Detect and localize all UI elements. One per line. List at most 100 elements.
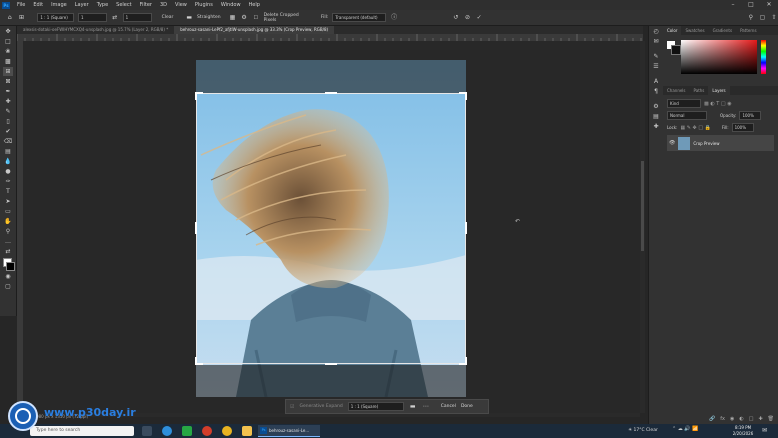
shape-tool-icon[interactable]: ▭ bbox=[3, 207, 13, 216]
plugins-panel-icon[interactable]: ✚ bbox=[651, 122, 661, 131]
history-brush-icon[interactable]: ✔ bbox=[3, 127, 13, 136]
minimize-icon[interactable]: – bbox=[724, 0, 742, 10]
history-panel-icon[interactable]: ◴ bbox=[651, 27, 661, 36]
file-explorer-icon[interactable] bbox=[242, 426, 252, 436]
crop-tool-icon[interactable]: ⊞ bbox=[18, 14, 26, 22]
more-options-icon[interactable]: ⋯ bbox=[422, 403, 430, 411]
stamp-tool-icon[interactable]: ▯ bbox=[3, 117, 13, 126]
crop-box[interactable] bbox=[195, 92, 467, 365]
crop-handle-top[interactable] bbox=[325, 92, 337, 94]
menu-select[interactable]: Select bbox=[112, 2, 135, 8]
dodge-tool-icon[interactable]: ● bbox=[3, 167, 13, 176]
tab-patterns[interactable]: Patterns bbox=[736, 26, 760, 35]
character-panel-icon[interactable]: A bbox=[651, 77, 661, 86]
menu-plugins[interactable]: Plugins bbox=[191, 2, 217, 8]
tab-swatches[interactable]: Swatches bbox=[681, 26, 708, 35]
crop-handle-tr-v[interactable] bbox=[465, 92, 467, 100]
tab-paths[interactable]: Paths bbox=[690, 86, 709, 95]
taskbar-photoshop-button[interactable]: Ps behrouz-sasani-Le... bbox=[258, 425, 320, 437]
hand-tool-icon[interactable]: ✋ bbox=[3, 217, 13, 226]
cancel-button[interactable]: Cancel bbox=[441, 404, 456, 409]
info-icon[interactable]: ⓘ bbox=[390, 14, 398, 22]
straighten-button[interactable]: Straighten bbox=[197, 15, 221, 20]
crop-tool-icon[interactable]: ⊞ bbox=[3, 67, 13, 76]
cropbar-ratio-select[interactable]: 1 : 1 (Square) bbox=[347, 402, 404, 411]
menu-file[interactable]: File bbox=[13, 2, 29, 8]
commit-crop-icon[interactable]: ✓ bbox=[475, 14, 483, 22]
done-button[interactable]: Done bbox=[461, 404, 473, 409]
tab-gradients[interactable]: Gradients bbox=[709, 26, 737, 35]
link-icon[interactable]: 🔗 bbox=[709, 416, 715, 422]
crop-handle-tl-v[interactable] bbox=[195, 92, 197, 100]
clock[interactable]: 8:19 PM 2/20/2026 bbox=[728, 425, 758, 437]
menu-view[interactable]: View bbox=[171, 2, 191, 8]
layer-row[interactable]: 👁 Crop Preview bbox=[667, 135, 774, 151]
grid-overlay-icon[interactable]: ▦ bbox=[229, 14, 237, 22]
object-select-icon[interactable]: ▩ bbox=[3, 57, 13, 66]
color-swatches[interactable] bbox=[2, 257, 15, 271]
crop-handle-right[interactable] bbox=[465, 222, 467, 234]
tab-color[interactable]: Color bbox=[663, 26, 682, 35]
layer-name[interactable]: Crop Preview bbox=[693, 141, 719, 146]
search-icon[interactable]: ⚲ bbox=[747, 14, 755, 22]
app-icon-red[interactable] bbox=[202, 426, 212, 436]
home-icon[interactable]: ⌂ bbox=[6, 14, 14, 22]
background-color[interactable] bbox=[6, 262, 15, 271]
opacity-input[interactable]: 100% bbox=[739, 111, 762, 120]
blend-mode-select[interactable]: Normal bbox=[667, 111, 707, 120]
tab-doc-1[interactable]: alexsis-dotaki-oeFWIHYMCXQ4-unsplash.jpg… bbox=[17, 26, 174, 34]
menu-image[interactable]: Image bbox=[47, 2, 71, 8]
chrome-icon[interactable] bbox=[222, 426, 232, 436]
fill-input[interactable]: 100% bbox=[731, 123, 754, 132]
workspace-icon[interactable]: ▢ bbox=[759, 14, 767, 22]
paragraph-panel-icon[interactable]: ¶ bbox=[651, 87, 661, 96]
width-input[interactable]: 1 bbox=[77, 13, 107, 22]
screen-mode-icon[interactable]: ▢ bbox=[3, 282, 13, 291]
fx-icon[interactable]: fx bbox=[720, 416, 725, 422]
crop-handle-br-v[interactable] bbox=[465, 357, 467, 365]
lock-icons[interactable]: ▦ ✎ ✥ □ 🔒 bbox=[680, 125, 710, 131]
weather-widget[interactable]: ☀ 17°C Clear bbox=[628, 425, 658, 437]
brush-panel-icon[interactable]: ✎ bbox=[651, 52, 661, 61]
tab-layers[interactable]: Layers bbox=[708, 86, 730, 95]
menu-window[interactable]: Window bbox=[217, 2, 245, 8]
swap-colors-icon[interactable]: ⇄ bbox=[3, 247, 13, 256]
menu-filter[interactable]: Filter bbox=[136, 2, 156, 8]
cancel-crop-icon[interactable]: ⊘ bbox=[464, 14, 472, 22]
generative-expand-label[interactable]: Generative Expand bbox=[299, 404, 342, 409]
menu-edit[interactable]: Edit bbox=[29, 2, 47, 8]
tab-channels[interactable]: Channels bbox=[663, 86, 690, 95]
mask-icon[interactable]: ◉ bbox=[730, 416, 734, 422]
properties-panel-icon[interactable]: ⚙ bbox=[651, 102, 661, 111]
new-layer-icon[interactable]: ✚ bbox=[758, 416, 762, 422]
lasso-tool-icon[interactable]: ❀ bbox=[3, 47, 13, 56]
height-input[interactable]: 1 bbox=[122, 13, 152, 22]
crop-handle-bl-v[interactable] bbox=[195, 357, 197, 365]
group-icon[interactable]: □ bbox=[749, 416, 754, 422]
libraries-panel-icon[interactable]: ▤ bbox=[651, 112, 661, 121]
more-tools-icon[interactable]: … bbox=[3, 237, 13, 246]
menu-help[interactable]: Help bbox=[245, 2, 264, 8]
pen-tool-icon[interactable]: ✑ bbox=[3, 177, 13, 186]
healing-brush-icon[interactable]: ✚ bbox=[3, 97, 13, 106]
straighten-icon[interactable]: ▬ bbox=[185, 14, 193, 22]
visibility-eye-icon[interactable]: 👁 bbox=[669, 140, 675, 146]
trash-icon[interactable]: 🗑 bbox=[768, 416, 774, 422]
layer-filter-select[interactable]: Kind bbox=[667, 99, 701, 108]
scroll-thumb[interactable] bbox=[641, 161, 644, 251]
color-field[interactable] bbox=[681, 40, 757, 74]
comments-panel-icon[interactable]: ✉ bbox=[651, 37, 661, 46]
straighten-icon[interactable]: ▬ bbox=[409, 403, 417, 411]
zoom-tool-icon[interactable]: ⚲ bbox=[3, 227, 13, 236]
brush-tool-icon[interactable]: ✎ bbox=[3, 107, 13, 116]
adjustment-icon[interactable]: ◐ bbox=[739, 416, 743, 422]
layer-filter-icons[interactable]: ▩ ◐ T □ ◉ bbox=[704, 101, 732, 107]
close-icon[interactable]: ✕ bbox=[760, 0, 778, 10]
share-icon[interactable]: ⇧ bbox=[770, 14, 778, 22]
app-icon-green[interactable] bbox=[182, 426, 192, 436]
gradient-tool-icon[interactable]: ▤ bbox=[3, 147, 13, 156]
edge-icon[interactable] bbox=[162, 426, 172, 436]
bg-swatch[interactable] bbox=[671, 45, 681, 55]
notifications-icon[interactable]: ✉ bbox=[762, 427, 767, 434]
marquee-tool-icon[interactable]: □ bbox=[3, 37, 13, 46]
